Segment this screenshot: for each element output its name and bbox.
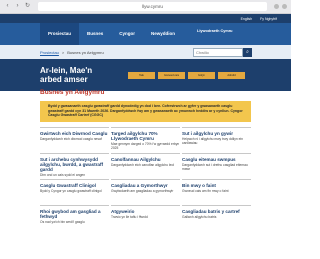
service-card[interactable]: Bin mwy o faint Gwneud cais am fin mwy o … bbox=[182, 179, 251, 205]
utility-bar: English Fy Nghyfrif bbox=[0, 14, 291, 23]
service-card[interactable]: Casglu Gwastraff Clinigol Bydd y Cyngor y… bbox=[40, 179, 109, 205]
card-title[interactable]: Casglu Gwastraff Clinigol bbox=[40, 183, 109, 188]
card-text: Dim ond un cais sydd ei angen bbox=[40, 173, 86, 177]
address-bar[interactable]: llyw.cymru bbox=[38, 2, 267, 11]
breadcrumb-home[interactable]: Prosiectau bbox=[40, 50, 59, 55]
breadcrumb-separator: > bbox=[61, 49, 65, 55]
service-grid: Gwirtwch eich Diwrnod Casglu Darganfyddwc… bbox=[40, 127, 251, 231]
card-title[interactable]: Sut i ailgylchu yn gywir bbox=[182, 131, 251, 136]
nav-item-busnes[interactable]: Busnes bbox=[79, 23, 111, 45]
card-text: Trwsio yn lle taflu i ffwrdd bbox=[111, 215, 148, 219]
card-text: Darganfyddwch eich canolfan ailgylchu le… bbox=[111, 163, 175, 167]
service-card[interactable]: Targed ailgylchu 70% Llywodraeth Cymru Ma… bbox=[111, 127, 180, 153]
card-title[interactable]: Atgyweirio bbox=[111, 209, 180, 214]
service-card[interactable]: Atgyweirio Trwsio yn lle taflu i ffwrdd bbox=[111, 205, 180, 231]
browser-bar: ‹ › ↻ llyw.cymru bbox=[0, 0, 291, 14]
hero-button-apply[interactable]: Gwneud cais bbox=[158, 71, 185, 79]
search-input[interactable] bbox=[193, 47, 243, 57]
card-text: Gallwch ailgylchu batris bbox=[182, 215, 217, 219]
back-button[interactable]: ‹ bbox=[4, 3, 11, 10]
breadcrumb-current: Busnes yn Aelgymru bbox=[67, 49, 104, 55]
card-title[interactable]: Casgliadau batris y cartref bbox=[182, 209, 251, 214]
card-title[interactable]: Rhoi gwybod am gasgliad a fethwyd bbox=[40, 209, 109, 219]
card-text: Helpwch ni i ailgylchu mwy trwy ddilyn e… bbox=[182, 137, 244, 145]
card-text: Mae gennym darged o 70% i'w gyrraedd erb… bbox=[111, 142, 180, 150]
service-card[interactable]: Casgliadau batris y cartref Gallwch ailgy… bbox=[182, 205, 251, 231]
card-text: Bydd y Cyngor yn casglu gwastraff clinig… bbox=[40, 189, 102, 193]
hero-button-report[interactable]: Adrodd bbox=[218, 71, 245, 79]
nav-item-newyddion[interactable]: Newyddion bbox=[143, 23, 183, 45]
reload-button[interactable]: ↻ bbox=[24, 3, 31, 10]
card-text: Gwneud cais am fin mwy o faint bbox=[182, 189, 229, 193]
service-card[interactable]: Casglu eitemau swmpus Darganfyddwch sut i… bbox=[182, 153, 251, 179]
card-title[interactable]: Casgliadau a Gymorthwyr bbox=[111, 183, 180, 188]
service-card[interactable]: Canolfannau Ailgylchu Darganfyddwch eich … bbox=[111, 153, 180, 179]
search-box: ⌕ bbox=[193, 47, 252, 57]
english-link[interactable]: English bbox=[241, 17, 252, 21]
hero-button-request[interactable]: Gofyn bbox=[188, 71, 215, 79]
service-card[interactable]: Casgliadau a Gymorthwyr Gwybodaeth am gas… bbox=[111, 179, 180, 205]
hero-banner: Ar-lein, Mae'n arbed amser Talu Gwneud c… bbox=[0, 59, 291, 91]
nav-item-prosiectau[interactable]: Prosiectau bbox=[40, 23, 80, 45]
card-title[interactable]: Targed ailgylchu 70% Llywodraeth Cymru bbox=[111, 131, 180, 141]
service-card[interactable]: Gwirtwch eich Diwrnod Casglu Darganfyddwc… bbox=[40, 127, 109, 153]
card-text: Gwybodaeth am gasgliadau a gymorthwyir bbox=[111, 189, 174, 193]
main-content: Busnes yn Aelgymru Bydd y gwasanaeth cas… bbox=[40, 89, 251, 231]
forward-button[interactable]: › bbox=[14, 3, 21, 10]
card-text: Darganfyddwch sut i drefnu casgliad eite… bbox=[182, 163, 248, 171]
main-nav: Prosiectau Busnes Cyngor Newyddion Llywo… bbox=[0, 23, 291, 45]
search-button[interactable]: ⌕ bbox=[243, 47, 252, 57]
menu-icon[interactable] bbox=[274, 4, 279, 9]
service-card[interactable]: Sut i archebu cynhwysydd ailgylchu, bwrd… bbox=[40, 153, 109, 179]
service-card[interactable]: Sut i ailgylchu yn gywir Helpwch ni i ail… bbox=[182, 127, 251, 153]
card-title[interactable]: Bin mwy o faint bbox=[182, 183, 251, 188]
card-title[interactable]: Canolfannau Ailgylchu bbox=[111, 157, 180, 162]
nav-item-cyngor[interactable]: Cyngor bbox=[111, 23, 143, 45]
notice-banner: Bydd y gwasanaeth casglu gwastraff gardd… bbox=[40, 101, 251, 122]
extensions-icon[interactable] bbox=[282, 4, 287, 9]
section-title: Busnes yn Aelgymru bbox=[40, 89, 105, 96]
service-card[interactable]: Rhoi gwybod am gasgliad a fethwyd Os nad … bbox=[40, 205, 109, 231]
card-title[interactable]: Gwirtwch eich Diwrnod Casglu bbox=[40, 131, 109, 136]
card-text: Darganfyddwch eich diwrnod casglu nesaf bbox=[40, 137, 102, 141]
card-title[interactable]: Sut i archebu cynhwysydd ailgylchu, bwrd… bbox=[40, 157, 109, 172]
hero-title: Ar-lein, Mae'n arbed amser bbox=[40, 66, 93, 84]
hero-button-pay[interactable]: Talu bbox=[128, 71, 155, 79]
my-account-link[interactable]: Fy Nghyfrif bbox=[260, 17, 277, 21]
search-icon: ⌕ bbox=[246, 48, 249, 55]
card-title[interactable]: Casglu eitemau swmpus bbox=[182, 157, 251, 162]
nav-item-llywodraeth[interactable]: Llywodraeth Cymru bbox=[189, 23, 240, 45]
breadcrumb: Prosiectau > Busnes yn Aelgymru ⌕ bbox=[0, 45, 291, 59]
card-text: Os nad yw'ch bin wedi'i gasglu bbox=[40, 220, 85, 224]
